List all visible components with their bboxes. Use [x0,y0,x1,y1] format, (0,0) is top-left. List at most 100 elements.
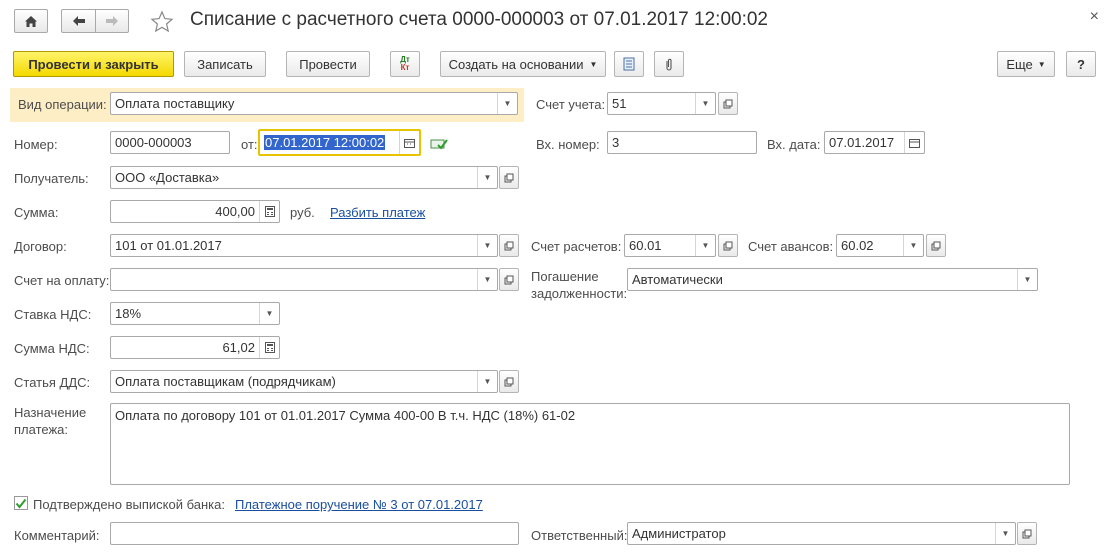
currency-label: руб. [290,205,315,220]
forward-button[interactable] [95,9,129,33]
chevron-down-icon[interactable]: ▼ [995,523,1015,544]
validate-icon[interactable] [430,137,448,154]
page-title: Списание с расчетного счета 0000-000003 … [190,9,768,30]
split-payment-link[interactable]: Разбить платеж [330,205,425,220]
open-window-icon [504,173,514,182]
vat-amount-value: 61,02 [222,340,255,355]
paperclip-icon [666,58,672,71]
incoming-date-label: Вх. дата: [767,137,821,152]
post-button[interactable]: Провести [286,51,370,77]
open-window-icon [504,241,514,250]
contract-open-button[interactable] [499,234,519,257]
chevron-down-icon[interactable]: ▼ [477,269,497,290]
responsible-select[interactable]: Администратор ▼ [627,522,1016,545]
contract-select[interactable]: 101 от 01.01.2017 ▼ [110,234,498,257]
cash-flow-item-value: Оплата поставщикам (подрядчикам) [115,374,336,389]
payment-order-link[interactable]: Платежное поручение № 3 от 07.01.2017 [235,497,483,512]
incoming-date-value: 07.01.2017 [829,135,895,150]
help-button[interactable]: ? [1066,51,1096,77]
responsible-value: Администратор [632,526,726,541]
recipient-select[interactable]: ООО «Доставка» ▼ [110,166,498,189]
comment-label: Комментарий: [14,528,100,543]
post-and-close-button[interactable]: Провести и закрыть [13,51,174,77]
vat-rate-label: Ставка НДС: [14,307,92,322]
open-window-icon [723,99,733,108]
vat-amount-input[interactable]: 61,02 [110,336,280,359]
advance-account-select[interactable]: 60.02 ▼ [836,234,924,257]
account-select[interactable]: 51 ▼ [607,92,716,115]
favorite-button[interactable] [150,10,174,34]
arrow-right-icon [106,16,118,26]
close-icon[interactable]: × [1090,8,1099,26]
comment-input[interactable] [110,522,519,545]
contract-value: 101 от 01.01.2017 [115,238,222,253]
home-icon [25,15,37,27]
more-label: Еще [1006,56,1033,72]
open-window-icon [1022,529,1032,538]
chevron-down-icon: ▼ [589,59,598,69]
arrow-left-icon [72,16,85,26]
advance-account-value: 60.02 [841,238,874,253]
responsible-label: Ответственный: [531,528,628,543]
create-based-on-button[interactable]: Создать на основании ▼ [440,51,606,77]
purpose-label-line2: платежа: [14,422,68,437]
incoming-number-input[interactable]: 3 [607,131,757,154]
back-button[interactable] [61,9,95,33]
chevron-down-icon[interactable]: ▼ [259,303,279,324]
cash-flow-item-label: Статья ДДС: [14,375,91,390]
date-input[interactable]: 07.01.2017 12:00:02 [258,129,421,156]
incoming-number-label: Вх. номер: [536,137,600,152]
responsible-open-button[interactable] [1017,522,1037,545]
attach-button[interactable] [654,51,684,77]
vat-rate-select[interactable]: 18% ▼ [110,302,280,325]
chevron-down-icon[interactable]: ▼ [497,93,517,114]
chevron-down-icon[interactable]: ▼ [477,371,497,392]
debt-repayment-select[interactable]: Автоматически ▼ [627,268,1038,291]
debt-repayment-label-line1: Погашение [531,269,599,284]
operation-type-value: Оплата поставщику [115,96,235,111]
advance-account-label: Счет авансов: [748,239,834,254]
calculator-icon[interactable] [259,337,279,358]
settlement-account-select[interactable]: 60.01 ▼ [624,234,716,257]
number-value: 0000-000003 [115,135,192,150]
calendar-icon[interactable] [904,132,924,153]
date-value: 07.01.2017 12:00:02 [264,135,386,150]
print-button[interactable] [614,51,644,77]
number-input[interactable]: 0000-000003 [110,131,230,154]
chevron-down-icon[interactable]: ▼ [477,235,497,256]
chevron-down-icon[interactable]: ▼ [477,167,497,188]
incoming-number-value: 3 [612,135,620,150]
account-value: 51 [612,96,627,111]
cash-flow-item-select[interactable]: Оплата поставщикам (подрядчикам) ▼ [110,370,498,393]
cash-flow-item-open-button[interactable] [499,370,519,393]
chevron-down-icon[interactable]: ▼ [695,235,715,256]
save-button[interactable]: Записать [184,51,266,77]
calculator-icon[interactable] [259,201,279,222]
open-window-icon [504,377,514,386]
bank-confirmed-checkbox[interactable] [14,496,28,510]
recipient-open-button[interactable] [499,166,519,189]
account-open-button[interactable] [718,92,738,115]
checkmark-icon [15,498,27,509]
invoice-open-button[interactable] [499,268,519,291]
vat-amount-label: Сумма НДС: [14,341,90,356]
invoice-select[interactable]: ▼ [110,268,498,291]
operation-type-select[interactable]: Оплата поставщику ▼ [110,92,518,115]
chevron-down-icon[interactable]: ▼ [903,235,923,256]
incoming-date-input[interactable]: 07.01.2017 [824,131,925,154]
purpose-textarea[interactable]: Оплата по договору 101 от 01.01.2017 Сум… [110,403,1070,485]
chevron-down-icon[interactable]: ▼ [1017,269,1037,290]
calendar-icon[interactable] [399,131,419,154]
settlement-account-open-button[interactable] [718,234,738,257]
document-icon [623,57,635,71]
invoice-label: Счет на оплату: [14,273,110,288]
chevron-down-icon[interactable]: ▼ [695,93,715,114]
open-window-icon [723,241,733,250]
advance-account-open-button[interactable] [926,234,946,257]
dt-kt-button[interactable]: Дт Кт [390,51,420,77]
home-button[interactable] [14,9,48,33]
more-button[interactable]: Еще ▼ [997,51,1055,77]
amount-input[interactable]: 400,00 [110,200,280,223]
settlement-account-label: Счет расчетов: [531,239,622,254]
create-based-on-label: Создать на основании [448,56,584,72]
